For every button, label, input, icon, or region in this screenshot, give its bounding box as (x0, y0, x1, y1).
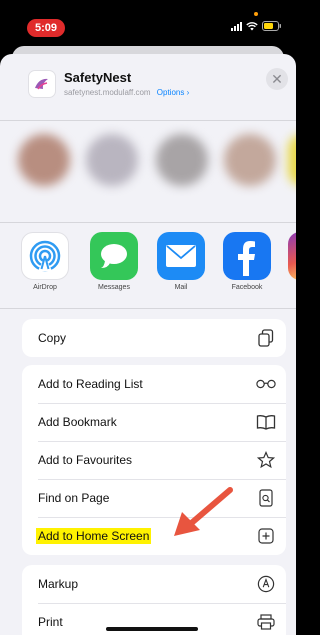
annotation-arrow-icon (174, 487, 233, 536)
printer-icon (256, 612, 276, 632)
battery-icon (262, 21, 282, 31)
share-title: SafetyNest (64, 70, 132, 85)
bottom-actions-group: Markup Print (22, 565, 286, 635)
status-time: 5:09 (27, 19, 65, 37)
action-add-favourites[interactable]: Add to Favourites (22, 441, 286, 479)
airdrop-icon (21, 232, 69, 280)
star-icon (256, 450, 276, 470)
messages-icon (90, 232, 138, 280)
share-sheet: SafetyNest safetynest.modulaff.com Optio… (0, 54, 296, 635)
close-button[interactable]: ✕ (266, 68, 288, 90)
status-icons (231, 21, 282, 31)
app-messages[interactable]: Messages (89, 232, 139, 291)
app-airdrop[interactable]: AirDrop (20, 232, 70, 291)
mail-icon (157, 232, 205, 280)
action-label: Print (38, 615, 63, 629)
app-label: AirDrop (33, 284, 57, 291)
contact-avatar[interactable] (18, 134, 70, 186)
copy-group: Copy (22, 319, 286, 357)
action-copy[interactable]: Copy (22, 319, 286, 357)
mic-indicator-dot (254, 12, 258, 16)
home-indicator[interactable] (106, 627, 198, 631)
markup-pen-icon (256, 574, 276, 594)
action-label: Copy (38, 331, 67, 345)
action-add-bookmark[interactable]: Add Bookmark (22, 403, 286, 441)
instagram-icon (288, 232, 296, 280)
actions-group: Add to Reading List Add Bookmark Add to … (22, 365, 286, 555)
action-add-to-home-screen[interactable]: Add to Home Screen (22, 517, 286, 555)
action-label: Add Bookmark (38, 415, 117, 429)
wifi-icon (246, 21, 258, 31)
app-label: Messages (98, 284, 130, 291)
app-facebook[interactable]: Facebook (222, 232, 272, 291)
highlight-marker: Add to Home Screen (36, 528, 152, 544)
action-label: Markup (38, 577, 79, 591)
share-url: safetynest.modulaff.com (64, 88, 151, 97)
share-subtitle: safetynest.modulaff.com Options › (64, 88, 189, 97)
contact-avatar[interactable] (224, 134, 276, 186)
add-square-icon (256, 526, 276, 546)
contact-avatar[interactable] (288, 134, 296, 186)
action-markup[interactable]: Markup (22, 565, 286, 603)
share-header: SafetyNest safetynest.modulaff.com Optio… (0, 54, 296, 116)
book-icon (256, 412, 276, 432)
app-label: Mail (174, 284, 188, 291)
options-label: Options (156, 88, 185, 97)
share-apps-row: AirDrop Messages Mail Facebook (0, 232, 296, 292)
contact-avatar[interactable] (156, 134, 208, 186)
options-chevron-icon: › (186, 88, 190, 97)
app-mail[interactable]: Mail (156, 232, 206, 291)
action-find-on-page[interactable]: Find on Page (22, 479, 286, 517)
action-label: Find on Page (38, 491, 110, 505)
action-label: Add to Home Screen (36, 528, 152, 544)
signal-icon (231, 21, 242, 31)
copy-icon (256, 328, 276, 348)
action-reading-list[interactable]: Add to Reading List (22, 365, 286, 403)
find-in-page-icon (256, 488, 276, 508)
status-bar: 5:09 (0, 0, 296, 44)
app-label: Facebook (231, 284, 263, 291)
contact-avatar[interactable] (86, 134, 138, 186)
options-link[interactable]: Options › (157, 88, 189, 97)
contacts-divider (0, 222, 296, 223)
airdrop-contacts-row (0, 120, 296, 220)
app-instagram-partial[interactable] (288, 232, 296, 280)
facebook-icon (223, 232, 271, 280)
glasses-icon (256, 374, 276, 394)
safetynest-app-icon (28, 70, 56, 98)
apps-divider (0, 308, 296, 309)
action-label: Add to Favourites (38, 453, 133, 467)
action-label: Add to Reading List (38, 377, 143, 391)
